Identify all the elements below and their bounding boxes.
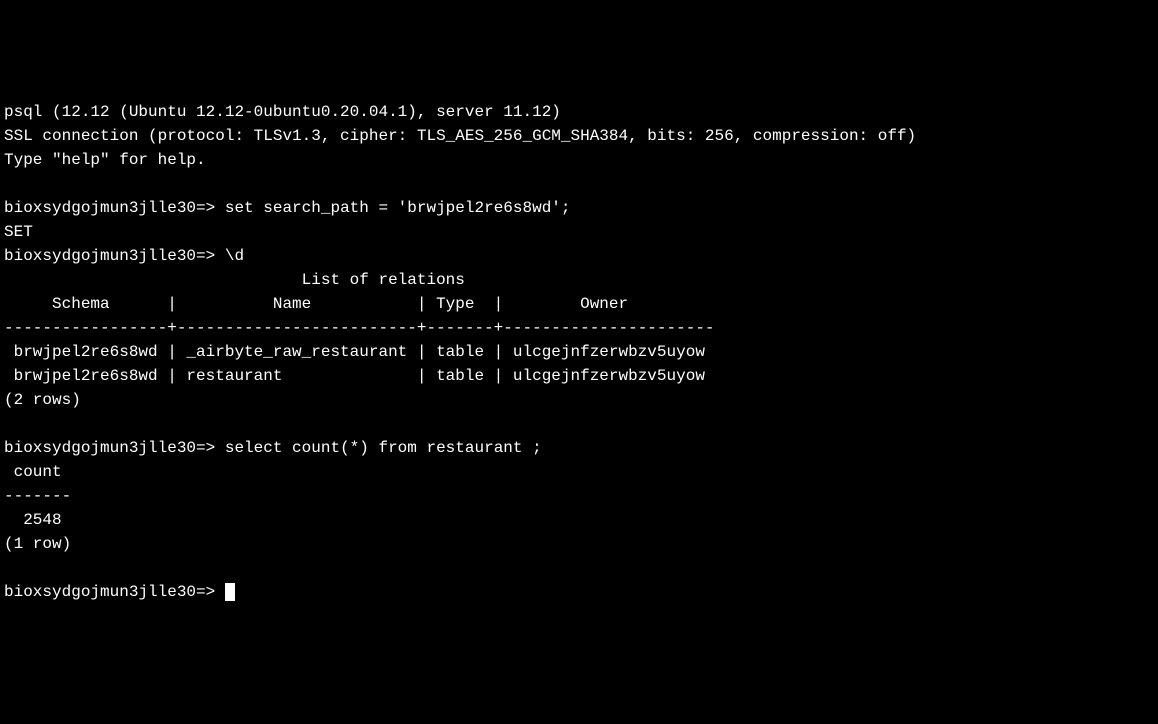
relations-title: List of relations [4, 268, 1154, 292]
command-text: \d [225, 247, 244, 265]
command-line-3: bioxsydgojmun3jlle30=> select count(*) f… [4, 436, 1154, 460]
prompt-text: bioxsydgojmun3jlle30=> [4, 247, 225, 265]
cursor[interactable] [225, 583, 235, 601]
ssl-line: SSL connection (protocol: TLSv1.3, ciphe… [4, 124, 1154, 148]
count-value: 2548 [4, 508, 1154, 532]
count-footer: (1 row) [4, 532, 1154, 556]
relations-footer: (2 rows) [4, 388, 1154, 412]
blank-line [4, 172, 1154, 196]
command-text: set search_path = 'brwjpel2re6s8wd'; [225, 199, 571, 217]
table-row: brwjpel2re6s8wd | restaurant | table | u… [4, 364, 1154, 388]
table-row: brwjpel2re6s8wd | _airbyte_raw_restauran… [4, 340, 1154, 364]
count-separator: ------- [4, 484, 1154, 508]
version-line: psql (12.12 (Ubuntu 12.12-0ubuntu0.20.04… [4, 100, 1154, 124]
relations-header: Schema | Name | Type | Owner [4, 292, 1154, 316]
prompt-text: bioxsydgojmun3jlle30=> [4, 439, 225, 457]
prompt-text: bioxsydgojmun3jlle30=> [4, 583, 225, 601]
count-header: count [4, 460, 1154, 484]
command-line-2: bioxsydgojmun3jlle30=> \d [4, 244, 1154, 268]
command-text: select count(*) from restaurant ; [225, 439, 542, 457]
terminal-output[interactable]: psql (12.12 (Ubuntu 12.12-0ubuntu0.20.04… [4, 100, 1154, 604]
help-line: Type "help" for help. [4, 148, 1154, 172]
relations-separator: -----------------+----------------------… [4, 316, 1154, 340]
set-result: SET [4, 220, 1154, 244]
current-prompt-line[interactable]: bioxsydgojmun3jlle30=> [4, 580, 1154, 604]
blank-line [4, 556, 1154, 580]
prompt-text: bioxsydgojmun3jlle30=> [4, 199, 225, 217]
command-line-1: bioxsydgojmun3jlle30=> set search_path =… [4, 196, 1154, 220]
blank-line [4, 412, 1154, 436]
